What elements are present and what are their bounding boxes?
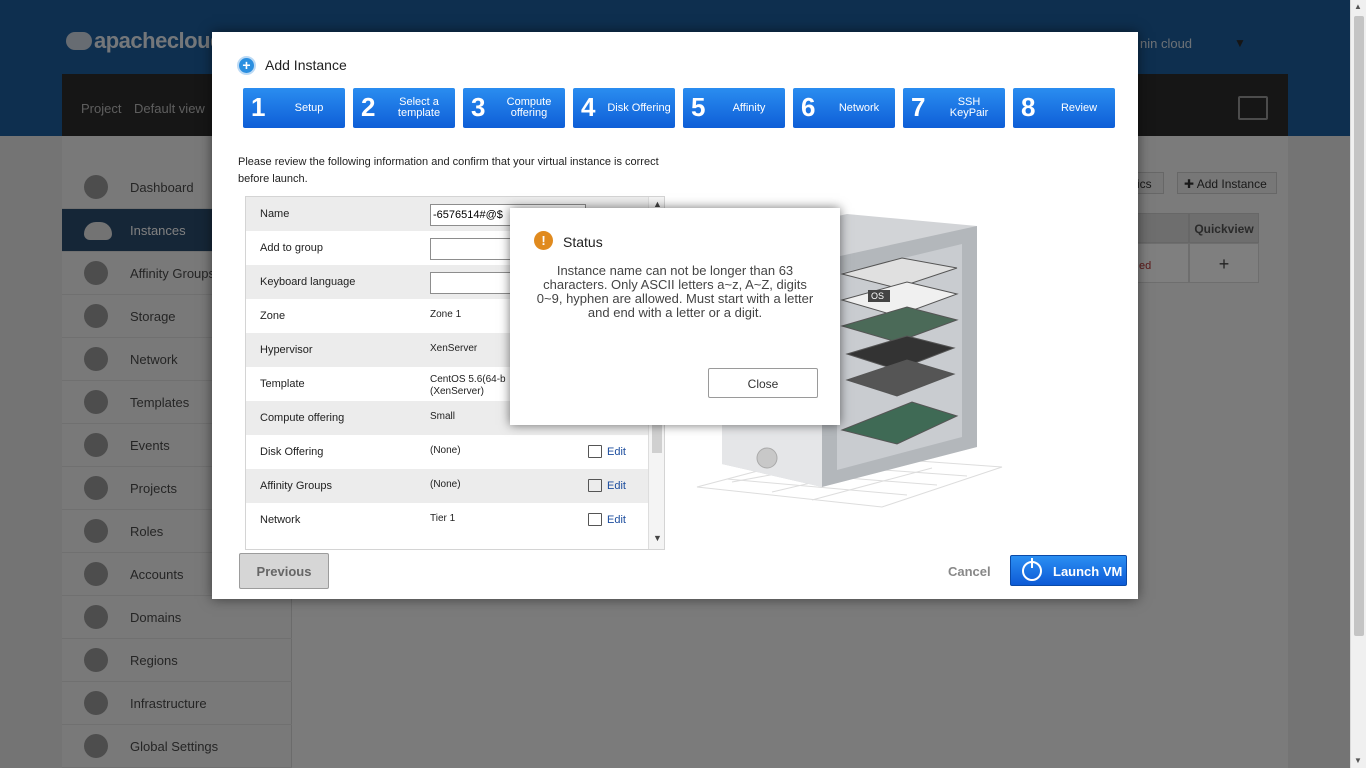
step-label: Select a template	[397, 96, 441, 119]
step-number: 8	[1021, 92, 1036, 122]
review-key: Keyboard language	[260, 276, 356, 288]
edit-disk-offering-link[interactable]: Edit	[588, 445, 626, 458]
review-key: Hypervisor	[260, 344, 313, 356]
step-label: Disk Offering	[607, 101, 671, 114]
review-key: Name	[260, 208, 290, 220]
review-value: (None)	[430, 479, 461, 490]
review-value: (None)	[430, 445, 461, 456]
scroll-down-icon[interactable]: ▼	[653, 533, 662, 543]
step-network[interactable]: 6 Network	[793, 88, 895, 128]
edit-affinity-groups-link[interactable]: Edit	[588, 479, 626, 492]
status-title: Status	[563, 234, 603, 250]
step-compute-offering[interactable]: 3 Compute offering	[463, 88, 565, 128]
review-key: Compute offering	[260, 412, 345, 424]
edit-icon	[588, 445, 602, 458]
warning-icon: !	[534, 231, 553, 250]
step-label: Affinity	[732, 101, 766, 114]
scroll-thumb[interactable]	[1354, 16, 1364, 636]
power-icon	[1022, 558, 1042, 581]
step-label: Network	[838, 101, 880, 114]
launch-vm-label: Launch VM	[1053, 564, 1123, 579]
review-value: Small	[430, 411, 456, 422]
step-disk-offering[interactable]: 4 Disk Offering	[573, 88, 675, 128]
close-button[interactable]: Close	[708, 368, 818, 398]
step-label: Setup	[294, 101, 324, 114]
step-number: 4	[581, 92, 596, 122]
launch-vm-button[interactable]: Launch VM	[1010, 555, 1127, 586]
status-dialog: ! Status Instance name can not be longer…	[510, 208, 840, 425]
scroll-down-icon[interactable]: ▼	[1354, 756, 1362, 765]
review-instructions: Please review the following information …	[238, 156, 659, 185]
step-ssh-keypair[interactable]: 7 SSH KeyPair	[903, 88, 1005, 128]
cancel-button[interactable]: Cancel	[948, 564, 991, 579]
step-label: Compute offering	[506, 96, 552, 119]
review-row-affinity-groups: Affinity Groups (None) Edit	[246, 469, 648, 503]
review-key: Affinity Groups	[260, 480, 332, 492]
edit-icon	[588, 479, 602, 492]
review-value: Tier 1	[430, 513, 456, 524]
review-key: Network	[260, 514, 301, 526]
os-label: OS	[871, 291, 884, 301]
step-number: 6	[801, 92, 816, 122]
review-key: Template	[260, 378, 305, 390]
review-value: CentOS 5.6(64-b (XenServer)	[430, 374, 506, 397]
scroll-up-icon[interactable]: ▲	[1354, 2, 1362, 11]
step-review[interactable]: 8 Review	[1013, 88, 1115, 128]
step-select-a-template[interactable]: 2 Select a template	[353, 88, 455, 128]
dialog-title: Add Instance	[265, 57, 347, 73]
step-setup[interactable]: 1 Setup	[243, 88, 345, 128]
edit-icon	[588, 513, 602, 526]
review-key: Add to group	[260, 242, 323, 254]
edit-label: Edit	[607, 446, 626, 458]
previous-button[interactable]: Previous	[239, 553, 329, 589]
step-number: 7	[911, 92, 926, 122]
step-affinity[interactable]: 5 Affinity	[683, 88, 785, 128]
step-number: 1	[251, 92, 266, 122]
edit-label: Edit	[607, 480, 626, 492]
step-label: SSH KeyPair	[949, 96, 989, 119]
step-number: 3	[471, 92, 486, 122]
page-scrollbar[interactable]: ▲ ▼	[1350, 0, 1366, 768]
step-label: Review	[1060, 101, 1098, 114]
review-row-network: Network Tier 1 Edit	[246, 503, 648, 537]
edit-label: Edit	[607, 514, 626, 526]
review-value: Zone 1	[430, 309, 462, 320]
review-key: Zone	[260, 310, 286, 322]
status-message: Instance name can not be longer than 63 …	[536, 263, 814, 320]
add-icon: +	[237, 56, 256, 75]
review-value: XenServer	[430, 343, 478, 354]
step-number: 5	[691, 92, 706, 122]
step-number: 2	[361, 92, 376, 122]
review-key: Disk Offering	[260, 446, 324, 458]
edit-network-link[interactable]: Edit	[588, 513, 626, 526]
review-row-disk-offering: Disk Offering (None) Edit	[246, 435, 648, 469]
